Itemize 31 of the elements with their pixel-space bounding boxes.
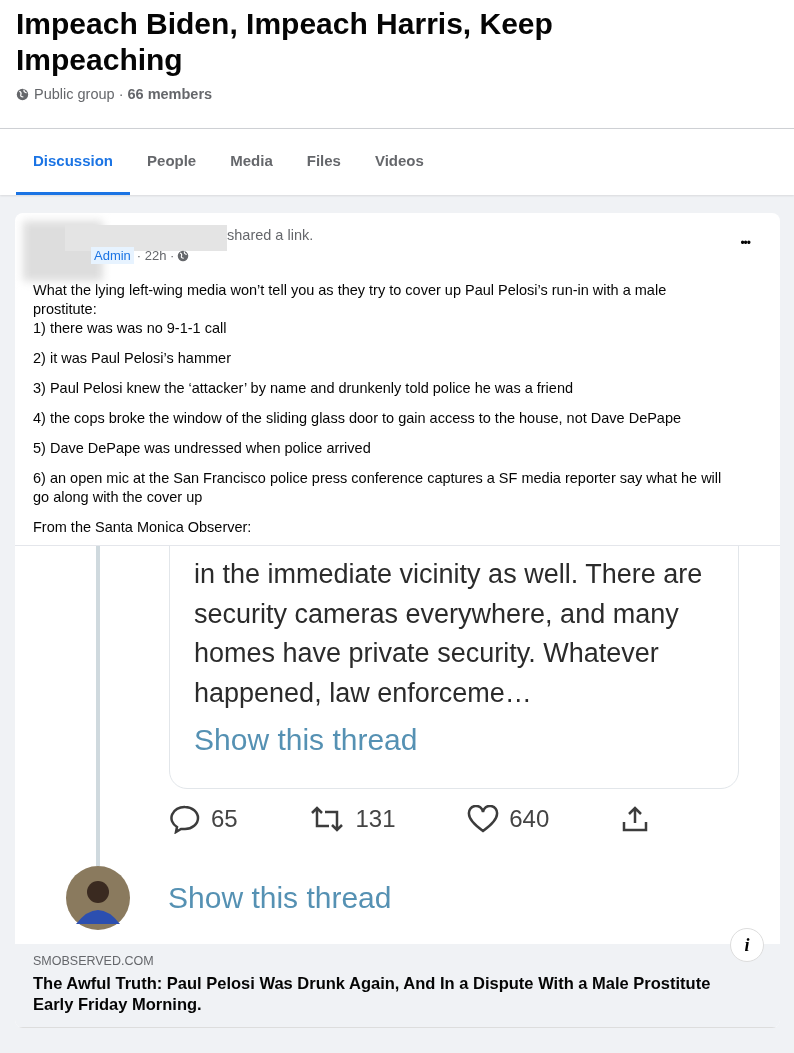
- post-text: What the lying left-wing media won’t tell you as they try to cover up Paul Pelosi’s run-in with a male prostitute: 1) there was was no 9-1-1 call: [33, 281, 668, 338]
- post-text: 4) the cops broke the window of the sliding glass door to gain access to the house, not Dave DePape: [33, 409, 683, 428]
- group-meta: Public group · 66 members: [34, 86, 213, 102]
- post-text: 6) an open mic at the San Francisco police press conference captures a SF media reporter say what he will go along with the cover up: [33, 469, 723, 507]
- comment-icon: [169, 804, 201, 834]
- post-time: · 22h ·: [136, 248, 175, 263]
- tweet-text: in the immediate vicinity as well. There are security cameras everywhere, and many homes have private security. Whatever happened, law enforceme…: [194, 558, 704, 710]
- tab[interactable]: Videos: [357, 129, 441, 195]
- admin-badge: Admin: [91, 247, 134, 264]
- share-icon: [621, 805, 649, 833]
- post-text: 2) it was Paul Pelosi’s hammer: [33, 349, 232, 368]
- post-text: From the Santa Monica Observer:: [33, 518, 253, 537]
- more-button[interactable]: •••: [734, 235, 756, 251]
- tab[interactable]: People: [130, 129, 214, 195]
- globe-icon: [177, 249, 190, 262]
- like-count: 640: [509, 805, 550, 833]
- heart-icon: [467, 805, 500, 833]
- post-text: 3) Paul Pelosi knew the ‘attacker’ by name and drunkenly told police he was a friend: [33, 379, 575, 398]
- retweet-icon: [309, 805, 346, 833]
- link-domain: SMOBSERVED.COM: [33, 954, 155, 968]
- link-title: The Awful Truth: Paul Pelosi Was Drunk Again, And In a Dispute With a Male Prostitute Early Friday Morning.: [33, 973, 712, 1015]
- reply-count: 65: [211, 805, 238, 833]
- tab[interactable]: Media: [213, 129, 290, 195]
- tab[interactable]: Files: [289, 129, 358, 195]
- group-title: Impeach Biden, Impeach Harris, Keep Impeaching: [16, 6, 554, 78]
- post-text: 5) Dave DePape was undressed when police arrived: [33, 439, 372, 458]
- globe-icon: [16, 87, 29, 101]
- post-action: shared a link.: [227, 227, 314, 243]
- tab[interactable]: Discussion: [16, 129, 131, 195]
- avatar: [66, 866, 130, 930]
- retweet-count: 131: [355, 805, 396, 833]
